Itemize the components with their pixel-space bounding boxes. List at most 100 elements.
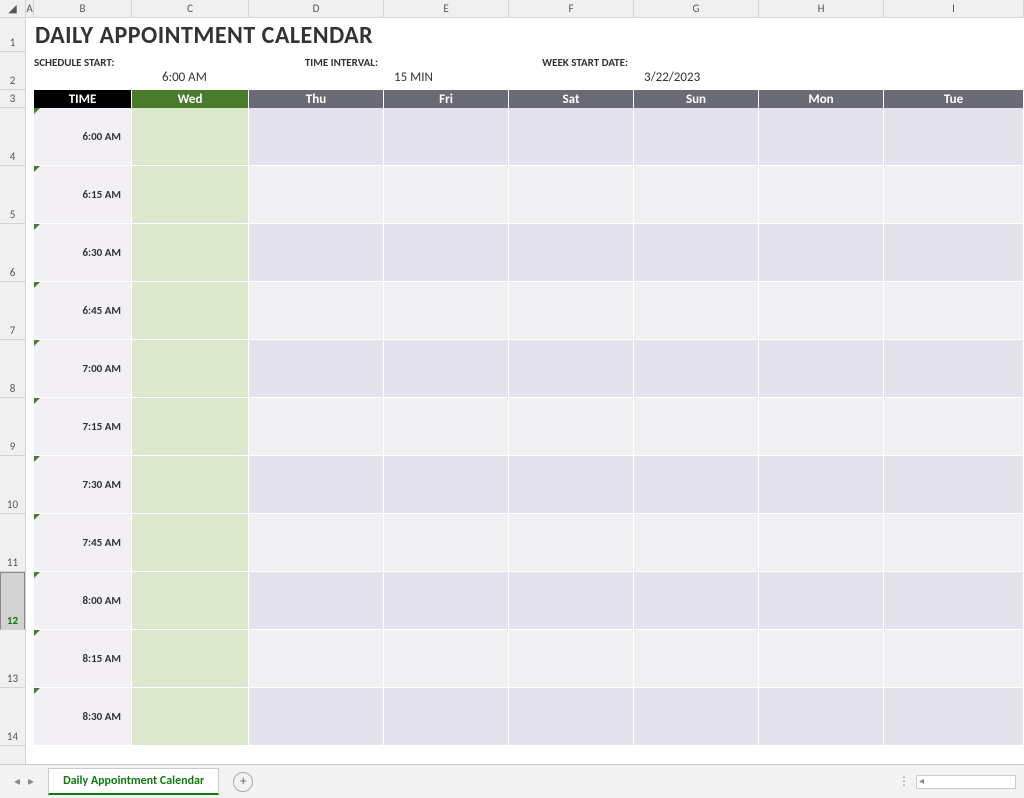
appt-cell[interactable]: [384, 572, 509, 629]
row-header-4[interactable]: 4: [0, 108, 25, 166]
appt-cell[interactable]: [884, 688, 1024, 745]
time-cell[interactable]: 7:15 AM: [34, 398, 132, 455]
appt-cell[interactable]: [509, 572, 634, 629]
appt-cell[interactable]: [384, 340, 509, 397]
appt-cell[interactable]: [509, 398, 634, 455]
col-header-F[interactable]: F: [509, 0, 634, 17]
appt-cell[interactable]: [249, 224, 384, 281]
appt-cell[interactable]: [759, 398, 884, 455]
appt-cell[interactable]: [884, 398, 1024, 455]
appt-cell[interactable]: [249, 340, 384, 397]
row-header-2[interactable]: 2: [0, 52, 25, 90]
col-header-D[interactable]: D: [249, 0, 384, 17]
appt-cell[interactable]: [249, 282, 384, 339]
appt-cell[interactable]: [884, 166, 1024, 223]
col-header-C[interactable]: C: [132, 0, 249, 17]
time-cell[interactable]: 8:30 AM: [34, 688, 132, 745]
appt-cell[interactable]: [384, 514, 509, 571]
appt-cell[interactable]: [509, 166, 634, 223]
appt-cell[interactable]: [384, 456, 509, 513]
select-all-corner[interactable]: ◢: [0, 0, 26, 17]
week-start-value[interactable]: 3/22/2023: [634, 52, 759, 90]
appt-cell[interactable]: [759, 108, 884, 165]
appt-cell[interactable]: [884, 514, 1024, 571]
appt-cell[interactable]: [884, 572, 1024, 629]
tab-next-icon[interactable]: ▸: [28, 774, 34, 789]
appt-cell[interactable]: [634, 630, 759, 687]
appt-cell[interactable]: [509, 282, 634, 339]
appt-cell[interactable]: [634, 572, 759, 629]
row-header-12[interactable]: 12: [0, 572, 25, 630]
appt-cell[interactable]: [249, 630, 384, 687]
row-header-9[interactable]: 9: [0, 398, 25, 456]
time-cell[interactable]: 6:45 AM: [34, 282, 132, 339]
row-header-10[interactable]: 10: [0, 456, 25, 514]
appt-cell[interactable]: [759, 572, 884, 629]
appt-cell[interactable]: [249, 514, 384, 571]
row-header-6[interactable]: 6: [0, 224, 25, 282]
row-header-1[interactable]: 1: [0, 18, 25, 52]
row-header-7[interactable]: 7: [0, 282, 25, 340]
appt-cell[interactable]: [634, 282, 759, 339]
appt-cell[interactable]: [509, 630, 634, 687]
horizontal-scrollbar[interactable]: [916, 775, 1016, 789]
appt-cell[interactable]: [249, 398, 384, 455]
time-cell[interactable]: 7:00 AM: [34, 340, 132, 397]
col-header-H[interactable]: H: [759, 0, 884, 17]
appt-cell[interactable]: [132, 514, 249, 571]
appt-cell[interactable]: [509, 340, 634, 397]
time-cell[interactable]: 7:30 AM: [34, 456, 132, 513]
appt-cell[interactable]: [249, 572, 384, 629]
col-header-B[interactable]: B: [34, 0, 132, 17]
appt-cell[interactable]: [884, 282, 1024, 339]
appt-cell[interactable]: [634, 514, 759, 571]
appt-cell[interactable]: [884, 108, 1024, 165]
appt-cell[interactable]: [759, 282, 884, 339]
row-header-5[interactable]: 5: [0, 166, 25, 224]
appt-cell[interactable]: [634, 688, 759, 745]
appt-cell[interactable]: [249, 166, 384, 223]
time-interval-value[interactable]: 15 MIN: [384, 52, 509, 90]
appt-cell[interactable]: [249, 456, 384, 513]
appt-cell[interactable]: [759, 514, 884, 571]
row-header-3[interactable]: 3: [0, 90, 25, 108]
appt-cell[interactable]: [759, 630, 884, 687]
appt-cell[interactable]: [509, 224, 634, 281]
appt-cell[interactable]: [384, 166, 509, 223]
appt-cell[interactable]: [634, 340, 759, 397]
appt-cell[interactable]: [384, 630, 509, 687]
appt-cell[interactable]: [384, 224, 509, 281]
sheet-content[interactable]: DAILY APPOINTMENT CALENDAR SCHEDULE STAR…: [26, 18, 1024, 764]
appt-cell[interactable]: [759, 166, 884, 223]
appt-cell[interactable]: [132, 166, 249, 223]
sheet-tab-active[interactable]: Daily Appointment Calendar: [48, 768, 219, 795]
appt-cell[interactable]: [132, 630, 249, 687]
appt-cell[interactable]: [884, 224, 1024, 281]
time-cell[interactable]: 7:45 AM: [34, 514, 132, 571]
add-sheet-button[interactable]: +: [233, 772, 253, 792]
schedule-start-value[interactable]: 6:00 AM: [132, 52, 249, 90]
appt-cell[interactable]: [884, 340, 1024, 397]
row-header-11[interactable]: 11: [0, 514, 25, 572]
appt-cell[interactable]: [132, 282, 249, 339]
appt-cell[interactable]: [634, 398, 759, 455]
appt-cell[interactable]: [249, 688, 384, 745]
appt-cell[interactable]: [384, 398, 509, 455]
col-header-E[interactable]: E: [384, 0, 509, 17]
time-cell[interactable]: 6:00 AM: [34, 108, 132, 165]
appt-cell[interactable]: [132, 456, 249, 513]
appt-cell[interactable]: [132, 340, 249, 397]
appt-cell[interactable]: [132, 108, 249, 165]
col-header-G[interactable]: G: [634, 0, 759, 17]
appt-cell[interactable]: [132, 688, 249, 745]
appt-cell[interactable]: [634, 108, 759, 165]
time-cell[interactable]: 8:00 AM: [34, 572, 132, 629]
appt-cell[interactable]: [634, 224, 759, 281]
appt-cell[interactable]: [509, 108, 634, 165]
appt-cell[interactable]: [634, 166, 759, 223]
appt-cell[interactable]: [384, 282, 509, 339]
row-header-8[interactable]: 8: [0, 340, 25, 398]
appt-cell[interactable]: [384, 688, 509, 745]
appt-cell[interactable]: [759, 688, 884, 745]
appt-cell[interactable]: [249, 108, 384, 165]
